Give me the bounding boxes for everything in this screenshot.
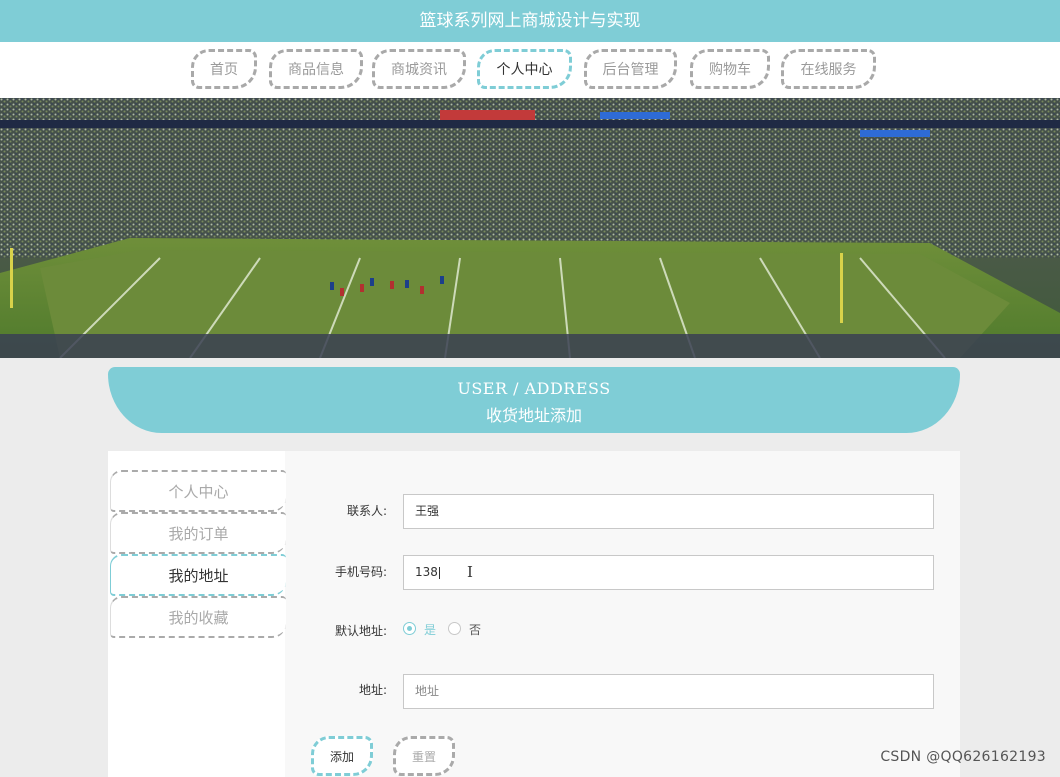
nav-admin[interactable]: 后台管理 <box>584 49 677 89</box>
text-caret <box>438 566 440 579</box>
add-button[interactable]: 添加 <box>311 736 373 776</box>
stadium-banner-image <box>0 98 1060 358</box>
user-sidebar: 个人中心 我的订单 我的地址 我的收藏 <box>108 451 286 777</box>
nav-news[interactable]: 商城资讯 <box>372 49 466 89</box>
sidebar-item-personal-center[interactable]: 个人中心 <box>110 470 286 512</box>
sidebar-item-my-orders[interactable]: 我的订单 <box>110 512 286 554</box>
content-panel: 个人中心 我的订单 我的地址 我的收藏 联系人: 王强 手机号码: 138 I … <box>108 451 960 777</box>
csdn-watermark: CSDN @QQ626162193 <box>880 749 1046 765</box>
nav-home[interactable]: 首页 <box>191 49 257 89</box>
default-no-label[interactable]: 否 <box>469 621 481 638</box>
default-yes-radio[interactable] <box>403 622 416 635</box>
section-title-cn: 收货地址添加 <box>485 406 582 425</box>
ibeam-cursor-icon: I <box>467 563 473 581</box>
address-label: 地址: <box>358 683 387 697</box>
main-nav: 首页 商品信息 商城资讯 个人中心 后台管理 购物车 在线服务 <box>0 42 1060 98</box>
nav-online-service[interactable]: 在线服务 <box>781 49 876 89</box>
sidebar-item-my-favorites[interactable]: 我的收藏 <box>110 596 286 638</box>
nav-personal-center[interactable]: 个人中心 <box>477 49 572 89</box>
section-header: USER / ADDRESS 收货地址添加 <box>108 367 960 433</box>
phone-value: 138 <box>415 565 438 579</box>
reset-button[interactable]: 重置 <box>393 736 455 776</box>
default-address-label: 默认地址: <box>334 624 387 638</box>
contact-field[interactable]: 王强 <box>403 494 934 529</box>
section-title-en: USER / ADDRESS <box>457 379 611 398</box>
default-yes-label[interactable]: 是 <box>424 621 436 638</box>
default-no-radio[interactable] <box>448 622 461 635</box>
address-field[interactable]: 地址 <box>403 674 934 709</box>
contact-label: 联系人: <box>346 504 387 518</box>
phone-label: 手机号码: <box>334 565 387 579</box>
nav-products[interactable]: 商品信息 <box>269 49 363 89</box>
phone-field[interactable]: 138 <box>403 555 934 590</box>
sidebar-item-my-address[interactable]: 我的地址 <box>110 554 286 596</box>
nav-cart[interactable]: 购物车 <box>690 49 770 89</box>
app-title: 篮球系列网上商城设计与实现 <box>0 0 1060 42</box>
